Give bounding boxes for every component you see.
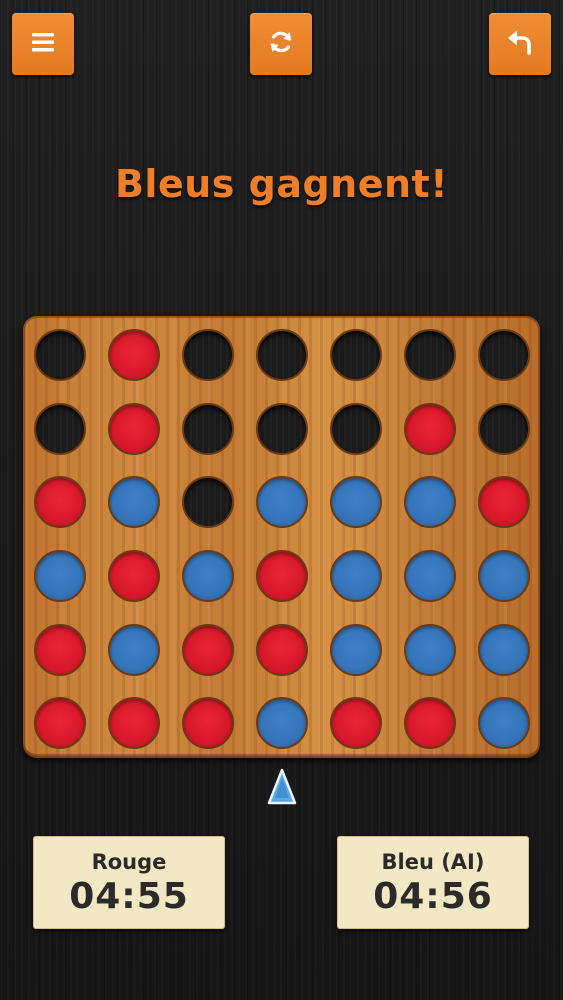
board-cell-r5-c6[interactable] [403, 623, 456, 676]
board-cell-r3-c6[interactable] [403, 476, 456, 529]
board-cell-r5-c7[interactable] [477, 623, 530, 676]
triangle-up-icon [267, 768, 297, 810]
board-cell-r3-c2[interactable] [108, 476, 161, 529]
column-marker[interactable] [267, 768, 297, 806]
board-cell-r5-c3[interactable] [182, 623, 235, 676]
refresh-icon [265, 26, 297, 62]
board-cell-r4-c7[interactable] [477, 549, 530, 602]
board-cell-r1-c3[interactable] [182, 328, 235, 381]
board-cell-r2-c3[interactable] [182, 402, 235, 455]
board-cell-r4-c3[interactable] [182, 549, 235, 602]
board-cell-r6-c1[interactable] [34, 697, 87, 750]
undo-arrow-icon [504, 26, 536, 62]
board-cell-r4-c4[interactable] [256, 549, 308, 602]
board-cell-r3-c1[interactable] [34, 476, 87, 529]
player-name: Rouge [91, 850, 167, 874]
player-time: 04:55 [69, 876, 189, 917]
board-cell-r4-c5[interactable] [329, 549, 382, 602]
undo-button[interactable] [489, 13, 551, 75]
board-cell-r3-c3[interactable] [182, 476, 235, 529]
hamburger-menu-icon [27, 26, 59, 62]
board-cell-r2-c6[interactable] [403, 402, 456, 455]
player-timer-red: Rouge 04:55 [33, 836, 225, 929]
board-cell-r2-c2[interactable] [108, 402, 161, 455]
board-cell-r1-c5[interactable] [329, 328, 382, 381]
board-cell-r5-c1[interactable] [34, 623, 87, 676]
board-cell-r3-c7[interactable] [477, 476, 530, 529]
game-status-message: Bleus gagnent! [114, 162, 449, 206]
board-cell-r4-c1[interactable] [34, 549, 87, 602]
player-time: 04:56 [373, 876, 493, 917]
player-timer-blue: Bleu (AI) 04:56 [337, 836, 529, 929]
board-cell-r2-c4[interactable] [256, 402, 308, 455]
board-cell-r4-c2[interactable] [108, 549, 161, 602]
restart-button[interactable] [250, 13, 312, 75]
board-cell-r5-c4[interactable] [256, 623, 308, 676]
board-cell-r2-c7[interactable] [477, 402, 530, 455]
board-cell-r1-c1[interactable] [34, 328, 87, 381]
board-cell-r1-c6[interactable] [403, 328, 456, 381]
board-cell-r1-c2[interactable] [108, 328, 161, 381]
board-cell-r2-c5[interactable] [329, 402, 382, 455]
player-name: Bleu (AI) [381, 850, 485, 874]
board-cell-r5-c5[interactable] [329, 623, 382, 676]
board-cell-r6-c3[interactable] [182, 697, 235, 750]
board-cell-r6-c5[interactable] [329, 697, 382, 750]
board-cell-r3-c5[interactable] [329, 476, 382, 529]
board-cell-r1-c4[interactable] [256, 328, 308, 381]
board-cell-r6-c7[interactable] [477, 697, 530, 750]
menu-button[interactable] [12, 13, 74, 75]
board-cell-r5-c2[interactable] [108, 623, 161, 676]
board-cell-r1-c7[interactable] [477, 328, 530, 381]
board-cell-r3-c4[interactable] [256, 476, 308, 529]
board-cell-r2-c1[interactable] [34, 402, 87, 455]
board-cell-r4-c6[interactable] [403, 549, 456, 602]
game-board[interactable] [23, 316, 540, 758]
board-cell-r6-c4[interactable] [256, 697, 308, 750]
board-cell-r6-c6[interactable] [403, 697, 456, 750]
board-cell-r6-c2[interactable] [108, 697, 161, 750]
